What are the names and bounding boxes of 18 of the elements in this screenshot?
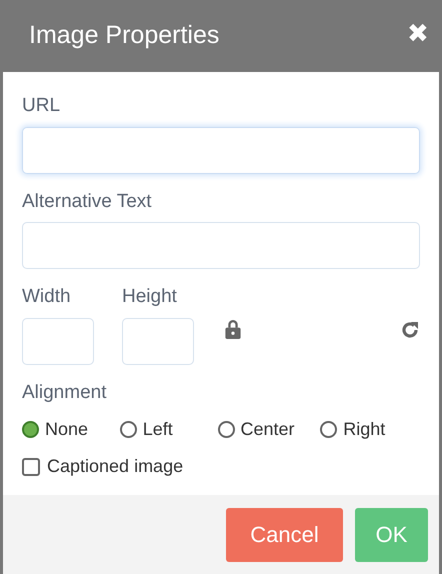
radio-option[interactable]: None xyxy=(22,416,120,443)
width-label: Width xyxy=(22,285,72,309)
captioned-checkbox[interactable]: Captioned image xyxy=(22,453,184,480)
field-label: Alternative Text xyxy=(22,190,153,214)
input-field[interactable] xyxy=(22,222,420,269)
field-label: URL xyxy=(22,94,62,118)
close-button[interactable]: ✖ xyxy=(407,20,429,46)
alignment-label: Alignment xyxy=(22,380,108,404)
radio-option[interactable]: Center xyxy=(218,416,320,443)
input-field[interactable] xyxy=(22,126,420,174)
radio-option[interactable]: Left xyxy=(120,416,218,443)
width-field[interactable] xyxy=(22,318,94,364)
radio-option[interactable]: Right xyxy=(320,416,420,443)
lock-icon[interactable] xyxy=(225,320,241,338)
height-field[interactable] xyxy=(122,318,194,364)
height-label: Height xyxy=(122,285,178,309)
refresh-icon[interactable] xyxy=(400,320,420,340)
dialog-title: Image Properties xyxy=(29,20,220,52)
